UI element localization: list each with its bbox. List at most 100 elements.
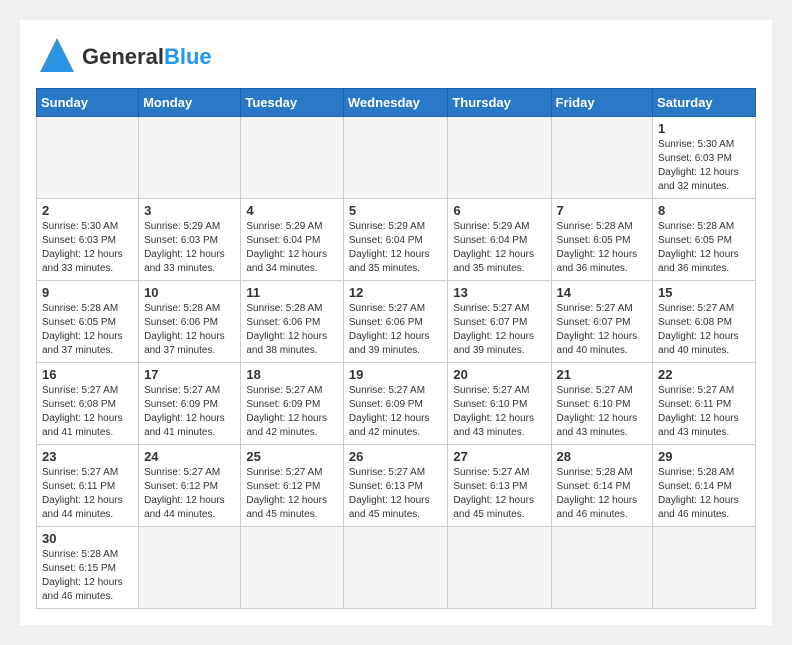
- day-info: Sunrise: 5:29 AM Sunset: 6:04 PM Dayligh…: [453, 220, 545, 276]
- calendar-week-6: 30 Sunrise: 5:28 AM Sunset: 6:15 PM Dayli…: [37, 527, 756, 609]
- calendar-cell: [241, 527, 344, 609]
- day-info: Sunrise: 5:28 AM Sunset: 6:05 PM Dayligh…: [42, 302, 133, 358]
- day-number: 6: [453, 203, 545, 218]
- day-number: 29: [658, 449, 750, 464]
- day-number: 2: [42, 203, 133, 218]
- day-info: Sunrise: 5:28 AM Sunset: 6:15 PM Dayligh…: [42, 548, 133, 604]
- day-number: 27: [453, 449, 545, 464]
- calendar-cell: 17 Sunrise: 5:27 AM Sunset: 6:09 PM Dayli…: [139, 363, 241, 445]
- weekday-header-row: SundayMondayTuesdayWednesdayThursdayFrid…: [37, 89, 756, 117]
- calendar-cell: 29 Sunrise: 5:28 AM Sunset: 6:14 PM Dayli…: [653, 445, 756, 527]
- day-number: 11: [246, 285, 338, 300]
- calendar-cell: 3 Sunrise: 5:29 AM Sunset: 6:03 PM Daylig…: [139, 199, 241, 281]
- day-number: 14: [557, 285, 647, 300]
- weekday-header-wednesday: Wednesday: [343, 89, 447, 117]
- day-number: 12: [349, 285, 442, 300]
- calendar-cell: [37, 117, 139, 199]
- calendar-cell: 11 Sunrise: 5:28 AM Sunset: 6:06 PM Dayli…: [241, 281, 344, 363]
- day-info: Sunrise: 5:27 AM Sunset: 6:12 PM Dayligh…: [246, 466, 338, 522]
- page-header: GeneralBlue: [36, 36, 756, 78]
- calendar-cell: 25Sunrise: 5:27 AM Sunset: 6:12 PM Dayli…: [241, 445, 344, 527]
- day-info: Sunrise: 5:27 AM Sunset: 6:07 PM Dayligh…: [453, 302, 545, 358]
- day-info: Sunrise: 5:28 AM Sunset: 6:14 PM Dayligh…: [658, 466, 750, 522]
- day-info: Sunrise: 5:27 AM Sunset: 6:10 PM Dayligh…: [453, 384, 545, 440]
- day-info: Sunrise: 5:27 AM Sunset: 6:06 PM Dayligh…: [349, 302, 442, 358]
- calendar-week-5: 23 Sunrise: 5:27 AM Sunset: 6:11 PM Dayli…: [37, 445, 756, 527]
- calendar-cell: 24 Sunrise: 5:27 AM Sunset: 6:12 PM Dayli…: [139, 445, 241, 527]
- day-number: 23: [42, 449, 133, 464]
- calendar-cell: 10 Sunrise: 5:28 AM Sunset: 6:06 PM Dayli…: [139, 281, 241, 363]
- day-info: Sunrise: 5:27 AM Sunset: 6:09 PM Dayligh…: [349, 384, 442, 440]
- weekday-header-friday: Friday: [551, 89, 652, 117]
- day-number: 17: [144, 367, 235, 382]
- day-info: Sunrise: 5:27 AM Sunset: 6:09 PM Dayligh…: [144, 384, 235, 440]
- calendar-cell: 22 Sunrise: 5:27 AM Sunset: 6:11 PM Dayli…: [653, 363, 756, 445]
- day-info: Sunrise: 5:29 AM Sunset: 6:04 PM Dayligh…: [246, 220, 338, 276]
- day-number: 19: [349, 367, 442, 382]
- weekday-header-monday: Monday: [139, 89, 241, 117]
- calendar-cell: 4Sunrise: 5:29 AM Sunset: 6:04 PM Daylig…: [241, 199, 344, 281]
- calendar-cell: [653, 527, 756, 609]
- day-number: 1: [658, 121, 750, 136]
- day-info: Sunrise: 5:29 AM Sunset: 6:03 PM Dayligh…: [144, 220, 235, 276]
- calendar-cell: 20 Sunrise: 5:27 AM Sunset: 6:10 PM Dayli…: [448, 363, 551, 445]
- calendar-cell: [343, 527, 447, 609]
- calendar-cell: [139, 527, 241, 609]
- day-info: Sunrise: 5:27 AM Sunset: 6:12 PM Dayligh…: [144, 466, 235, 522]
- day-info: Sunrise: 5:28 AM Sunset: 6:06 PM Dayligh…: [144, 302, 235, 358]
- day-number: 21: [557, 367, 647, 382]
- day-info: Sunrise: 5:28 AM Sunset: 6:05 PM Dayligh…: [658, 220, 750, 276]
- calendar-cell: 23 Sunrise: 5:27 AM Sunset: 6:11 PM Dayli…: [37, 445, 139, 527]
- day-number: 16: [42, 367, 133, 382]
- day-number: 18: [246, 367, 338, 382]
- logo: GeneralBlue: [36, 36, 212, 78]
- day-info: Sunrise: 5:29 AM Sunset: 6:04 PM Dayligh…: [349, 220, 442, 276]
- day-info: Sunrise: 5:27 AM Sunset: 6:10 PM Dayligh…: [557, 384, 647, 440]
- calendar-cell: [551, 527, 652, 609]
- logo-blue: Blue: [164, 44, 212, 69]
- day-info: Sunrise: 5:30 AM Sunset: 6:03 PM Dayligh…: [42, 220, 133, 276]
- day-number: 20: [453, 367, 545, 382]
- calendar-week-1: 1 Sunrise: 5:30 AM Sunset: 6:03 PM Daylig…: [37, 117, 756, 199]
- day-number: 30: [42, 531, 133, 546]
- calendar-week-4: 16Sunrise: 5:27 AM Sunset: 6:08 PM Dayli…: [37, 363, 756, 445]
- calendar-cell: 5Sunrise: 5:29 AM Sunset: 6:04 PM Daylig…: [343, 199, 447, 281]
- calendar-cell: 30 Sunrise: 5:28 AM Sunset: 6:15 PM Dayli…: [37, 527, 139, 609]
- day-number: 10: [144, 285, 235, 300]
- calendar-cell: 14Sunrise: 5:27 AM Sunset: 6:07 PM Dayli…: [551, 281, 652, 363]
- day-info: Sunrise: 5:30 AM Sunset: 6:03 PM Dayligh…: [658, 138, 750, 194]
- day-info: Sunrise: 5:28 AM Sunset: 6:14 PM Dayligh…: [557, 466, 647, 522]
- calendar-cell: 12 Sunrise: 5:27 AM Sunset: 6:06 PM Dayli…: [343, 281, 447, 363]
- day-info: Sunrise: 5:27 AM Sunset: 6:09 PM Dayligh…: [246, 384, 338, 440]
- day-number: 3: [144, 203, 235, 218]
- calendar-cell: [343, 117, 447, 199]
- day-info: Sunrise: 5:28 AM Sunset: 6:06 PM Dayligh…: [246, 302, 338, 358]
- calendar-table: SundayMondayTuesdayWednesdayThursdayFrid…: [36, 88, 756, 609]
- calendar-cell: 7Sunrise: 5:28 AM Sunset: 6:05 PM Daylig…: [551, 199, 652, 281]
- calendar-cell: [448, 527, 551, 609]
- calendar-cell: [551, 117, 652, 199]
- day-number: 22: [658, 367, 750, 382]
- day-info: Sunrise: 5:27 AM Sunset: 6:13 PM Dayligh…: [453, 466, 545, 522]
- calendar-cell: 26Sunrise: 5:27 AM Sunset: 6:13 PM Dayli…: [343, 445, 447, 527]
- day-info: Sunrise: 5:27 AM Sunset: 6:11 PM Dayligh…: [42, 466, 133, 522]
- day-number: 8: [658, 203, 750, 218]
- day-number: 24: [144, 449, 235, 464]
- day-number: 28: [557, 449, 647, 464]
- day-info: Sunrise: 5:27 AM Sunset: 6:11 PM Dayligh…: [658, 384, 750, 440]
- calendar-cell: 19 Sunrise: 5:27 AM Sunset: 6:09 PM Dayli…: [343, 363, 447, 445]
- weekday-header-sunday: Sunday: [37, 89, 139, 117]
- calendar-cell: 21 Sunrise: 5:27 AM Sunset: 6:10 PM Dayli…: [551, 363, 652, 445]
- day-number: 26: [349, 449, 442, 464]
- calendar-cell: 8 Sunrise: 5:28 AM Sunset: 6:05 PM Daylig…: [653, 199, 756, 281]
- calendar-cell: 15Sunrise: 5:27 AM Sunset: 6:08 PM Dayli…: [653, 281, 756, 363]
- weekday-header-saturday: Saturday: [653, 89, 756, 117]
- calendar-cell: 18 Sunrise: 5:27 AM Sunset: 6:09 PM Dayli…: [241, 363, 344, 445]
- calendar-page: GeneralBlue SundayMondayTuesdayWednesday…: [20, 20, 772, 625]
- calendar-cell: 27 Sunrise: 5:27 AM Sunset: 6:13 PM Dayli…: [448, 445, 551, 527]
- weekday-header-thursday: Thursday: [448, 89, 551, 117]
- calendar-cell: 2 Sunrise: 5:30 AM Sunset: 6:03 PM Daylig…: [37, 199, 139, 281]
- calendar-cell: [139, 117, 241, 199]
- weekday-header-tuesday: Tuesday: [241, 89, 344, 117]
- logo-icon: [36, 36, 78, 78]
